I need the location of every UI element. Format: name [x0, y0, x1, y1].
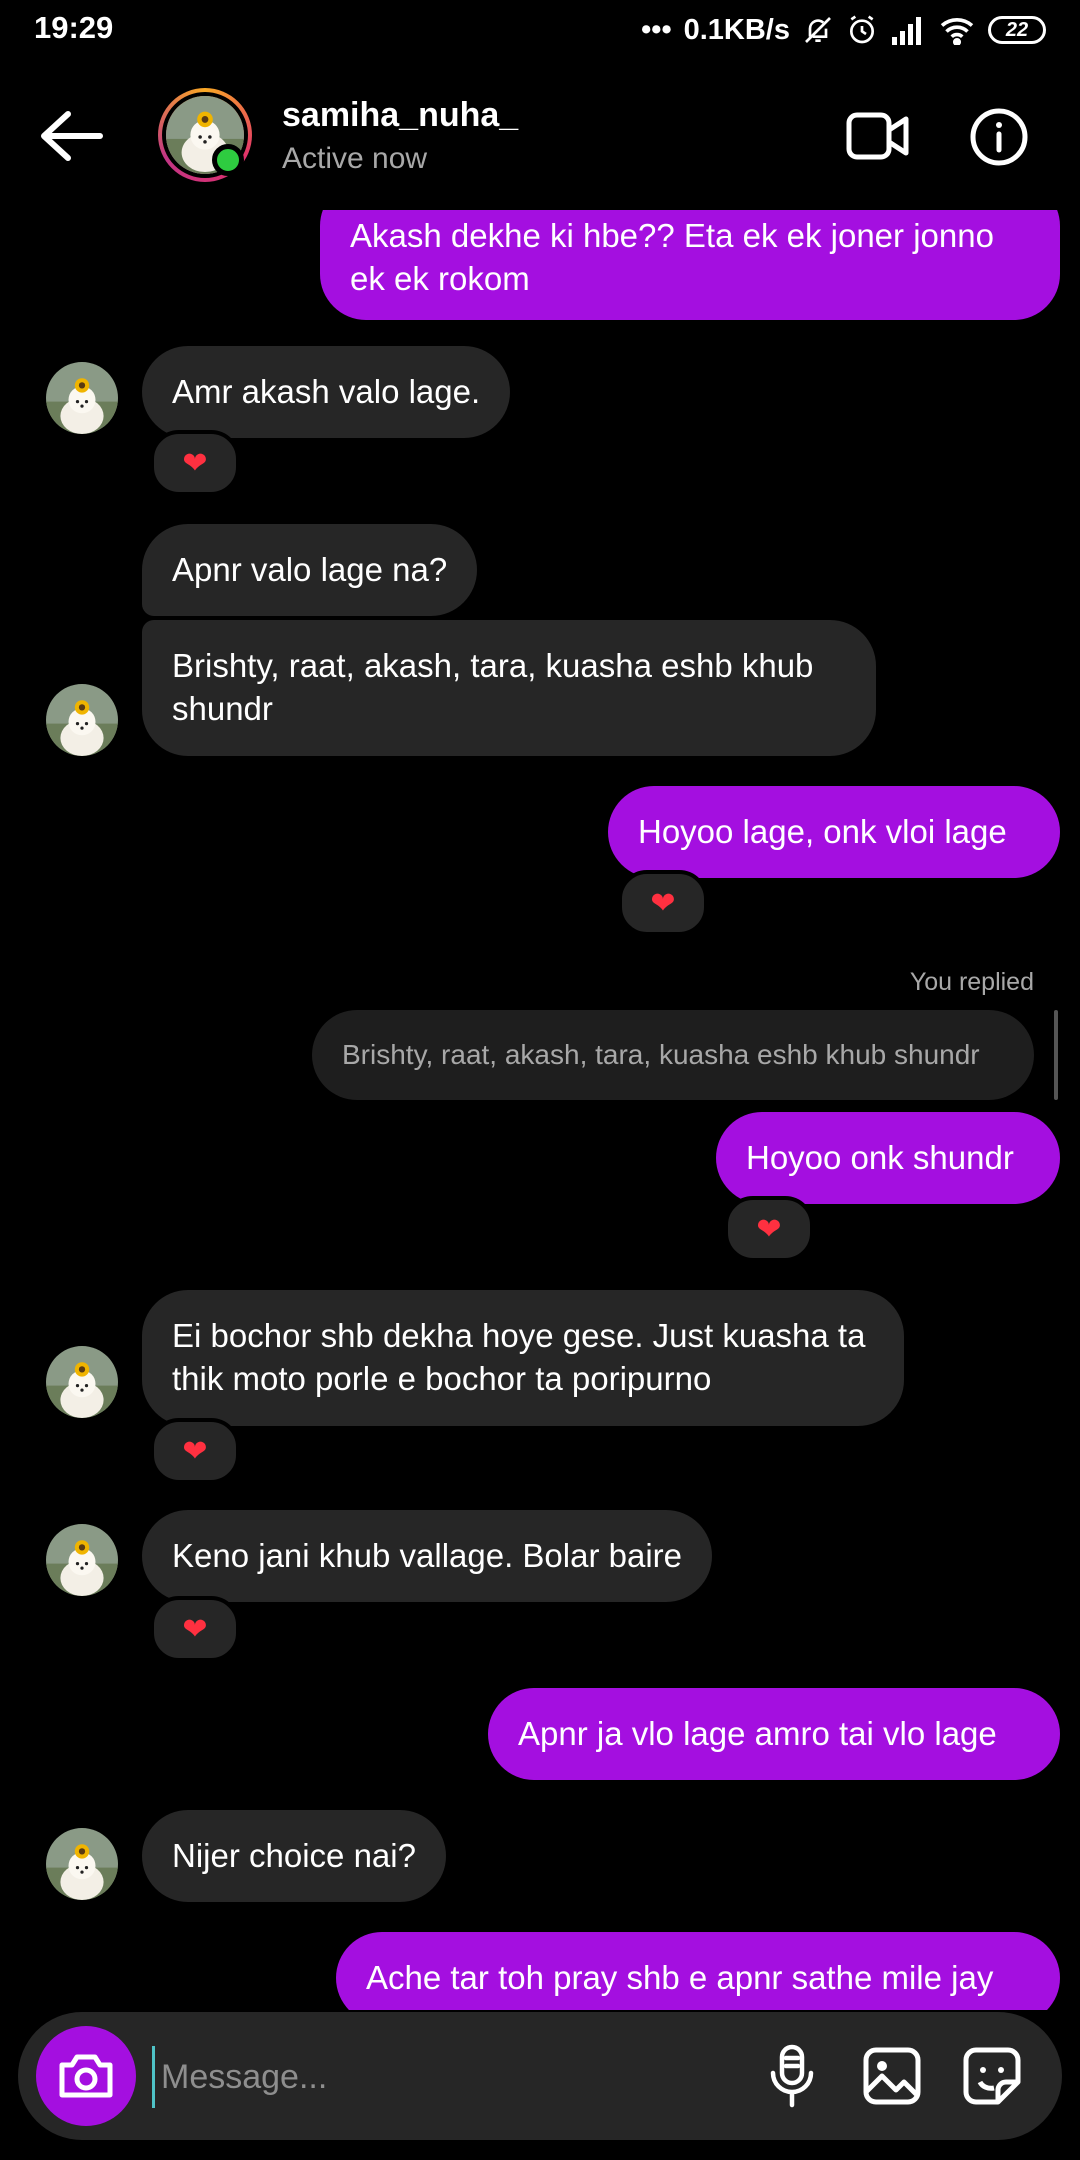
message-input[interactable] [152, 2046, 743, 2108]
message-incoming[interactable]: Apnr valo lage na? [142, 524, 478, 616]
message-incoming[interactable]: Keno jani khub vallage. Bolar baire [142, 1510, 713, 1602]
chat-username[interactable]: samiha_nuha_ [282, 96, 518, 135]
sender-avatar[interactable] [46, 362, 118, 434]
sender-avatar[interactable] [46, 1524, 118, 1596]
message-incoming[interactable]: Amr akash valo lage. [142, 346, 511, 438]
back-arrow-icon[interactable] [38, 110, 104, 162]
more-dots-icon: ••• [641, 13, 672, 46]
message-outgoing[interactable]: Akash dekhe ki hbe?? Eta ek ek joner jon… [320, 210, 1060, 320]
chat-header: samiha_nuha_ Active now [0, 60, 1080, 210]
message-incoming[interactable]: Brishty, raat, akash, tara, kuasha eshb … [142, 620, 876, 756]
battery-indicator: 22 [988, 16, 1046, 44]
online-indicator [212, 144, 244, 176]
signal-icon [890, 15, 926, 45]
active-status: Active now [282, 142, 428, 175]
wifi-icon [938, 15, 976, 45]
sticker-icon[interactable] [956, 2040, 1028, 2112]
sender-avatar[interactable] [46, 1346, 118, 1418]
heart-icon[interactable]: ❤ [618, 870, 708, 936]
reply-indicator-bar [1054, 1010, 1058, 1100]
status-bar: 19:29 ••• 0.1KB/s 22 [0, 0, 1080, 60]
quoted-message[interactable]: Brishty, raat, akash, tara, kuasha eshb … [312, 1010, 1034, 1100]
camera-icon[interactable] [36, 2026, 136, 2126]
message-outgoing[interactable]: Hoyoo lage, onk vloi lage [608, 786, 1060, 878]
message-outgoing[interactable]: Ache tar toh pray shb e apnr sathe mile … [336, 1932, 1060, 2010]
heart-icon[interactable]: ❤ [724, 1196, 814, 1262]
message-outgoing[interactable]: Hoyoo onk shundr [716, 1112, 1060, 1204]
status-icons: ••• 0.1KB/s 22 [641, 10, 1046, 50]
video-call-icon[interactable] [846, 110, 910, 162]
network-speed: 0.1KB/s [683, 13, 790, 46]
status-time: 19:29 [34, 10, 114, 45]
heart-icon[interactable]: ❤ [150, 1596, 240, 1662]
message-incoming[interactable]: Nijer choice nai? [142, 1810, 446, 1902]
alarm-icon [846, 14, 878, 46]
message-list[interactable]: Akash dekhe ki hbe?? Eta ek ek joner jon… [0, 210, 1080, 2010]
mute-icon [802, 14, 834, 46]
heart-icon[interactable]: ❤ [150, 430, 240, 496]
gallery-icon[interactable] [856, 2040, 928, 2112]
message-incoming[interactable]: Ei bochor shb dekha hoye gese. Just kuas… [142, 1290, 904, 1426]
sender-avatar[interactable] [46, 684, 118, 756]
heart-icon[interactable]: ❤ [150, 1418, 240, 1484]
sender-avatar[interactable] [46, 1828, 118, 1900]
message-composer [18, 2012, 1062, 2140]
microphone-icon[interactable] [756, 2040, 828, 2112]
reply-label: You replied [909, 968, 1034, 996]
message-outgoing[interactable]: Apnr ja vlo lage amro tai vlo lage [488, 1688, 1060, 1780]
info-icon[interactable] [970, 108, 1028, 166]
